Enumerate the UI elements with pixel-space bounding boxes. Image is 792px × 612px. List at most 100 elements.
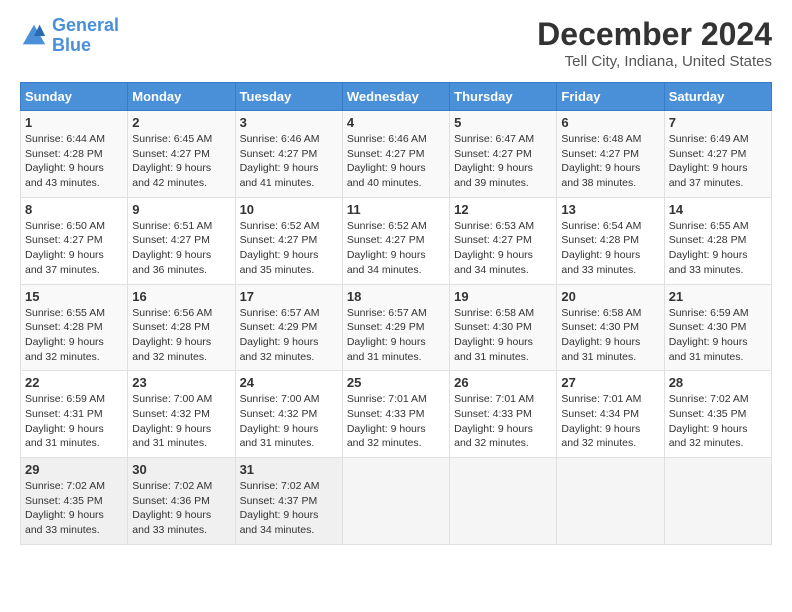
main-title: December 2024 bbox=[537, 16, 772, 53]
subtitle: Tell City, Indiana, United States bbox=[537, 53, 772, 70]
day-info: Sunrise: 6:55 AM Sunset: 4:28 PM Dayligh… bbox=[25, 306, 123, 365]
calendar-cell bbox=[557, 458, 664, 545]
day-info: Sunrise: 6:46 AM Sunset: 4:27 PM Dayligh… bbox=[240, 132, 338, 191]
day-number: 4 bbox=[347, 115, 445, 130]
calendar-cell: 28 Sunrise: 7:02 AM Sunset: 4:35 PM Dayl… bbox=[664, 371, 771, 458]
calendar-cell: 22 Sunrise: 6:59 AM Sunset: 4:31 PM Dayl… bbox=[21, 371, 128, 458]
day-number: 28 bbox=[669, 375, 767, 390]
calendar-header-monday: Monday bbox=[128, 83, 235, 111]
day-info: Sunrise: 7:02 AM Sunset: 4:35 PM Dayligh… bbox=[25, 479, 123, 538]
day-info: Sunrise: 6:58 AM Sunset: 4:30 PM Dayligh… bbox=[561, 306, 659, 365]
calendar-cell: 15 Sunrise: 6:55 AM Sunset: 4:28 PM Dayl… bbox=[21, 284, 128, 371]
calendar-cell: 7 Sunrise: 6:49 AM Sunset: 4:27 PM Dayli… bbox=[664, 111, 771, 198]
day-number: 20 bbox=[561, 289, 659, 304]
day-info: Sunrise: 6:47 AM Sunset: 4:27 PM Dayligh… bbox=[454, 132, 552, 191]
logo: General Blue bbox=[20, 16, 119, 56]
day-info: Sunrise: 7:02 AM Sunset: 4:36 PM Dayligh… bbox=[132, 479, 230, 538]
day-number: 29 bbox=[25, 462, 123, 477]
day-info: Sunrise: 7:00 AM Sunset: 4:32 PM Dayligh… bbox=[240, 392, 338, 451]
calendar-cell: 17 Sunrise: 6:57 AM Sunset: 4:29 PM Dayl… bbox=[235, 284, 342, 371]
day-info: Sunrise: 6:45 AM Sunset: 4:27 PM Dayligh… bbox=[132, 132, 230, 191]
day-info: Sunrise: 7:01 AM Sunset: 4:33 PM Dayligh… bbox=[347, 392, 445, 451]
day-info: Sunrise: 6:52 AM Sunset: 4:27 PM Dayligh… bbox=[347, 219, 445, 278]
day-number: 22 bbox=[25, 375, 123, 390]
calendar-header-wednesday: Wednesday bbox=[342, 83, 449, 111]
day-number: 5 bbox=[454, 115, 552, 130]
header: General Blue December 2024 Tell City, In… bbox=[20, 16, 772, 70]
day-number: 17 bbox=[240, 289, 338, 304]
day-number: 25 bbox=[347, 375, 445, 390]
calendar-cell: 10 Sunrise: 6:52 AM Sunset: 4:27 PM Dayl… bbox=[235, 197, 342, 284]
day-number: 14 bbox=[669, 202, 767, 217]
day-number: 8 bbox=[25, 202, 123, 217]
day-info: Sunrise: 6:49 AM Sunset: 4:27 PM Dayligh… bbox=[669, 132, 767, 191]
day-info: Sunrise: 6:58 AM Sunset: 4:30 PM Dayligh… bbox=[454, 306, 552, 365]
calendar-week-row: 22 Sunrise: 6:59 AM Sunset: 4:31 PM Dayl… bbox=[21, 371, 772, 458]
calendar-cell bbox=[664, 458, 771, 545]
calendar-cell: 11 Sunrise: 6:52 AM Sunset: 4:27 PM Dayl… bbox=[342, 197, 449, 284]
day-info: Sunrise: 6:44 AM Sunset: 4:28 PM Dayligh… bbox=[25, 132, 123, 191]
day-number: 11 bbox=[347, 202, 445, 217]
day-info: Sunrise: 6:50 AM Sunset: 4:27 PM Dayligh… bbox=[25, 219, 123, 278]
day-number: 12 bbox=[454, 202, 552, 217]
calendar-cell: 3 Sunrise: 6:46 AM Sunset: 4:27 PM Dayli… bbox=[235, 111, 342, 198]
calendar-cell: 9 Sunrise: 6:51 AM Sunset: 4:27 PM Dayli… bbox=[128, 197, 235, 284]
day-info: Sunrise: 6:55 AM Sunset: 4:28 PM Dayligh… bbox=[669, 219, 767, 278]
calendar-cell bbox=[450, 458, 557, 545]
day-info: Sunrise: 6:46 AM Sunset: 4:27 PM Dayligh… bbox=[347, 132, 445, 191]
calendar-cell: 24 Sunrise: 7:00 AM Sunset: 4:32 PM Dayl… bbox=[235, 371, 342, 458]
logo-icon bbox=[20, 22, 48, 50]
day-number: 31 bbox=[240, 462, 338, 477]
day-number: 19 bbox=[454, 289, 552, 304]
day-number: 15 bbox=[25, 289, 123, 304]
day-info: Sunrise: 7:02 AM Sunset: 4:37 PM Dayligh… bbox=[240, 479, 338, 538]
calendar-cell: 8 Sunrise: 6:50 AM Sunset: 4:27 PM Dayli… bbox=[21, 197, 128, 284]
day-number: 24 bbox=[240, 375, 338, 390]
calendar-cell: 1 Sunrise: 6:44 AM Sunset: 4:28 PM Dayli… bbox=[21, 111, 128, 198]
calendar-cell: 20 Sunrise: 6:58 AM Sunset: 4:30 PM Dayl… bbox=[557, 284, 664, 371]
day-info: Sunrise: 7:02 AM Sunset: 4:35 PM Dayligh… bbox=[669, 392, 767, 451]
day-info: Sunrise: 7:01 AM Sunset: 4:34 PM Dayligh… bbox=[561, 392, 659, 451]
calendar-week-row: 1 Sunrise: 6:44 AM Sunset: 4:28 PM Dayli… bbox=[21, 111, 772, 198]
calendar-week-row: 15 Sunrise: 6:55 AM Sunset: 4:28 PM Dayl… bbox=[21, 284, 772, 371]
day-number: 7 bbox=[669, 115, 767, 130]
day-number: 13 bbox=[561, 202, 659, 217]
calendar-cell: 23 Sunrise: 7:00 AM Sunset: 4:32 PM Dayl… bbox=[128, 371, 235, 458]
calendar-cell: 5 Sunrise: 6:47 AM Sunset: 4:27 PM Dayli… bbox=[450, 111, 557, 198]
title-block: December 2024 Tell City, Indiana, United… bbox=[537, 16, 772, 70]
calendar-week-row: 29 Sunrise: 7:02 AM Sunset: 4:35 PM Dayl… bbox=[21, 458, 772, 545]
day-info: Sunrise: 6:52 AM Sunset: 4:27 PM Dayligh… bbox=[240, 219, 338, 278]
calendar-cell: 16 Sunrise: 6:56 AM Sunset: 4:28 PM Dayl… bbox=[128, 284, 235, 371]
day-info: Sunrise: 7:01 AM Sunset: 4:33 PM Dayligh… bbox=[454, 392, 552, 451]
day-number: 21 bbox=[669, 289, 767, 304]
calendar-cell: 19 Sunrise: 6:58 AM Sunset: 4:30 PM Dayl… bbox=[450, 284, 557, 371]
calendar-header-sunday: Sunday bbox=[21, 83, 128, 111]
calendar-cell bbox=[342, 458, 449, 545]
day-info: Sunrise: 7:00 AM Sunset: 4:32 PM Dayligh… bbox=[132, 392, 230, 451]
calendar-header-friday: Friday bbox=[557, 83, 664, 111]
calendar-cell: 12 Sunrise: 6:53 AM Sunset: 4:27 PM Dayl… bbox=[450, 197, 557, 284]
day-info: Sunrise: 6:53 AM Sunset: 4:27 PM Dayligh… bbox=[454, 219, 552, 278]
day-info: Sunrise: 6:59 AM Sunset: 4:30 PM Dayligh… bbox=[669, 306, 767, 365]
calendar-cell: 4 Sunrise: 6:46 AM Sunset: 4:27 PM Dayli… bbox=[342, 111, 449, 198]
calendar-week-row: 8 Sunrise: 6:50 AM Sunset: 4:27 PM Dayli… bbox=[21, 197, 772, 284]
day-number: 9 bbox=[132, 202, 230, 217]
day-info: Sunrise: 6:57 AM Sunset: 4:29 PM Dayligh… bbox=[347, 306, 445, 365]
day-info: Sunrise: 6:59 AM Sunset: 4:31 PM Dayligh… bbox=[25, 392, 123, 451]
calendar-cell: 29 Sunrise: 7:02 AM Sunset: 4:35 PM Dayl… bbox=[21, 458, 128, 545]
day-info: Sunrise: 6:48 AM Sunset: 4:27 PM Dayligh… bbox=[561, 132, 659, 191]
day-number: 6 bbox=[561, 115, 659, 130]
calendar-cell: 6 Sunrise: 6:48 AM Sunset: 4:27 PM Dayli… bbox=[557, 111, 664, 198]
day-number: 2 bbox=[132, 115, 230, 130]
calendar-cell: 27 Sunrise: 7:01 AM Sunset: 4:34 PM Dayl… bbox=[557, 371, 664, 458]
logo-text: General Blue bbox=[52, 16, 119, 56]
calendar-table: SundayMondayTuesdayWednesdayThursdayFrid… bbox=[20, 82, 772, 545]
calendar-cell: 30 Sunrise: 7:02 AM Sunset: 4:36 PM Dayl… bbox=[128, 458, 235, 545]
day-number: 26 bbox=[454, 375, 552, 390]
day-number: 3 bbox=[240, 115, 338, 130]
day-info: Sunrise: 6:54 AM Sunset: 4:28 PM Dayligh… bbox=[561, 219, 659, 278]
day-info: Sunrise: 6:57 AM Sunset: 4:29 PM Dayligh… bbox=[240, 306, 338, 365]
calendar-cell: 21 Sunrise: 6:59 AM Sunset: 4:30 PM Dayl… bbox=[664, 284, 771, 371]
day-number: 16 bbox=[132, 289, 230, 304]
calendar-header-tuesday: Tuesday bbox=[235, 83, 342, 111]
